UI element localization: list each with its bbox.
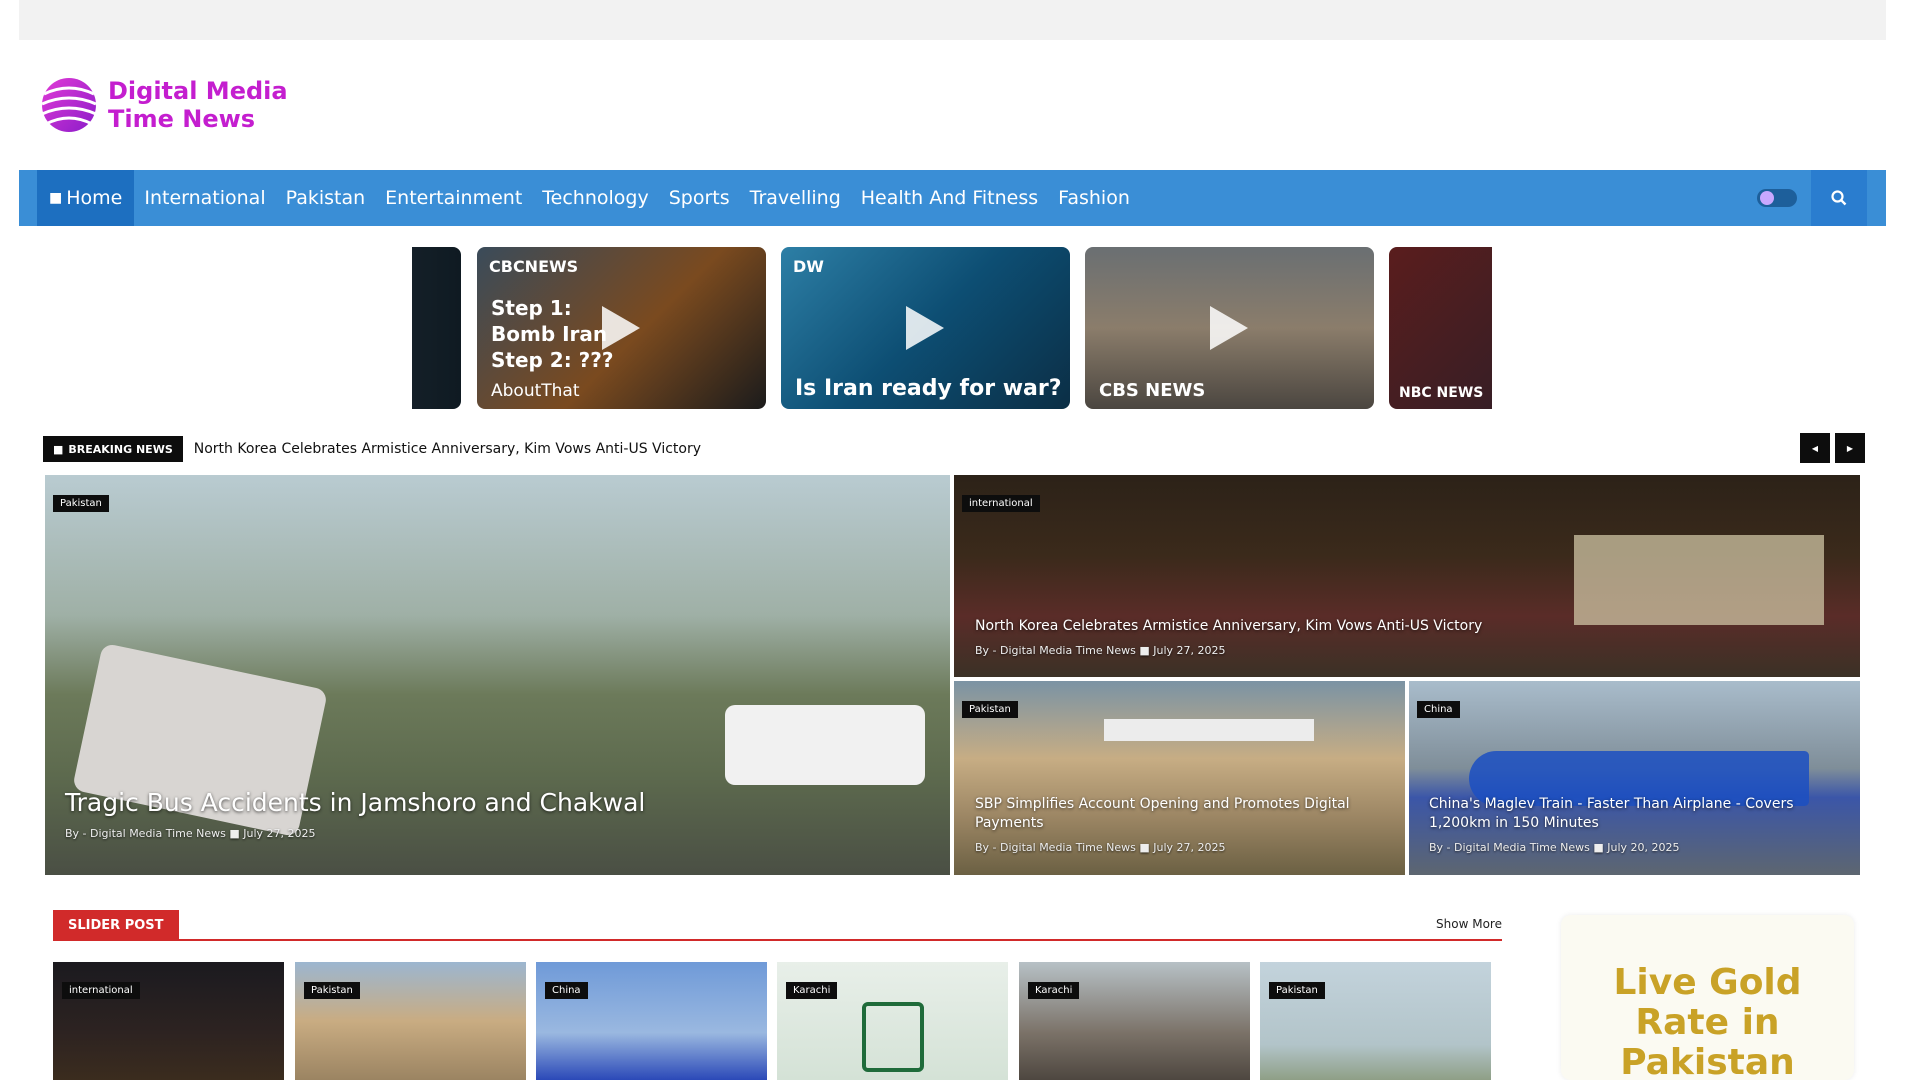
- video-brand: CBCNEWS: [489, 257, 579, 276]
- gold-rate-title: Live Gold Rate in Pakistan: [1613, 962, 1802, 1080]
- breaking-news-bar: ■ BREAKING NEWS North Korea Celebrates A…: [43, 436, 1866, 462]
- category-badge[interactable]: Karachi: [786, 982, 838, 999]
- slider-post[interactable]: China: [536, 962, 767, 1080]
- play-icon: [601, 306, 640, 350]
- video-footer: NBC NEWS: [1399, 385, 1484, 401]
- nav-item-fashion[interactable]: Fashion: [1048, 170, 1140, 226]
- chevron-left-icon: ◀: [1811, 443, 1819, 453]
- category-badge[interactable]: China: [545, 982, 588, 999]
- slider-post[interactable]: Karachi: [1019, 962, 1250, 1080]
- featured-post-top-right[interactable]: international North Korea Celebrates Arm…: [954, 475, 1860, 677]
- dark-mode-toggle[interactable]: [1757, 189, 1797, 207]
- globe-logo-icon: [41, 78, 97, 132]
- calendar-icon: ■: [229, 827, 240, 840]
- calendar-icon: ■: [1139, 644, 1150, 657]
- nav-item-pakistan[interactable]: Pakistan: [276, 170, 376, 226]
- video-carousel: CBCNEWS Step 1: Bomb Iran Step 2: ??? Ab…: [412, 247, 1492, 409]
- nav-item-technology[interactable]: Technology: [532, 170, 658, 226]
- nav-item-home[interactable]: ■ Home: [37, 170, 135, 226]
- search-icon: [1831, 190, 1847, 206]
- nav-item-international[interactable]: International: [134, 170, 275, 226]
- logo-line-2: Time News: [108, 105, 256, 133]
- featured-post-main[interactable]: Pakistan Tragic Bus Accidents in Jamshor…: [45, 475, 950, 875]
- video-caption: Is Iran ready for war?: [795, 376, 1062, 401]
- nav-item-health-and-fitness[interactable]: Health And Fitness: [851, 170, 1048, 226]
- post-meta: By - Digital Media Time News ■ July 27, …: [65, 827, 316, 840]
- video-footer: AboutThat: [491, 381, 580, 401]
- show-more-link[interactable]: Show More: [1436, 917, 1502, 931]
- slider-post[interactable]: Karachi: [777, 962, 1008, 1080]
- post-author: By - Digital Media Time News: [975, 644, 1136, 657]
- post-author: By - Digital Media Time News: [65, 827, 226, 840]
- nav-item-label: Home: [66, 187, 123, 209]
- category-badge[interactable]: Pakistan: [53, 495, 109, 512]
- ambulance-image-shape: [725, 705, 925, 785]
- post-meta: By - Digital Media Time News ■ July 20, …: [1429, 841, 1680, 854]
- category-badge[interactable]: international: [62, 982, 140, 999]
- chevron-right-icon: ▶: [1846, 443, 1854, 453]
- category-badge[interactable]: international: [962, 495, 1040, 512]
- toggle-knob: [1760, 191, 1774, 205]
- video-brand: DW: [793, 257, 824, 276]
- category-badge[interactable]: Pakistan: [1269, 982, 1325, 999]
- nav-item-entertainment[interactable]: Entertainment: [375, 170, 532, 226]
- calendar-icon: ■: [1593, 841, 1604, 854]
- play-icon: [905, 306, 944, 350]
- post-date: July 20, 2025: [1607, 841, 1680, 854]
- video-card[interactable]: CBCNEWS Step 1: Bomb Iran Step 2: ??? Ab…: [477, 247, 766, 409]
- top-bar: [19, 0, 1886, 40]
- seal-image-shape: [862, 1002, 924, 1072]
- slider-post[interactable]: international: [53, 962, 284, 1080]
- breaking-news-headline[interactable]: North Korea Celebrates Armistice Anniver…: [194, 441, 701, 457]
- post-title[interactable]: Tragic Bus Accidents in Jamshoro and Cha…: [65, 788, 645, 817]
- home-icon: ■: [49, 190, 63, 206]
- post-date: July 27, 2025: [1153, 841, 1226, 854]
- post-meta: By - Digital Media Time News ■ July 27, …: [975, 644, 1226, 657]
- section-title: SLIDER POST: [53, 910, 179, 941]
- post-title[interactable]: SBP Simplifies Account Opening and Promo…: [975, 795, 1375, 833]
- video-card[interactable]: NBC NEWS: [1389, 247, 1492, 409]
- post-author: By - Digital Media Time News: [1429, 841, 1590, 854]
- building-image-shape: [1574, 535, 1824, 625]
- logo-line-1: Digital Media: [108, 77, 288, 105]
- play-icon: [1209, 306, 1248, 350]
- video-footer: CBS NEWS: [1099, 380, 1206, 401]
- slider-section-header: SLIDER POST Show More: [53, 910, 1502, 941]
- post-meta: By - Digital Media Time News ■ July 27, …: [975, 841, 1226, 854]
- post-title[interactable]: China's Maglev Train - Faster Than Airpl…: [1429, 795, 1849, 833]
- slider-post[interactable]: Pakistan: [295, 962, 526, 1080]
- category-badge[interactable]: Pakistan: [304, 982, 360, 999]
- breaking-news-badge: ■ BREAKING NEWS: [43, 436, 183, 462]
- breaking-prev-button[interactable]: ◀: [1800, 433, 1830, 463]
- featured-post-bottom-left[interactable]: Pakistan SBP Simplifies Account Opening …: [954, 681, 1405, 875]
- search-button[interactable]: [1811, 170, 1867, 226]
- post-date: July 27, 2025: [243, 827, 316, 840]
- slider-post[interactable]: Pakistan: [1260, 962, 1491, 1080]
- breaking-next-button[interactable]: ▶: [1835, 433, 1865, 463]
- calendar-icon: ■: [1139, 841, 1150, 854]
- nav-item-sports[interactable]: Sports: [659, 170, 740, 226]
- nav-item-travelling[interactable]: Travelling: [740, 170, 851, 226]
- category-badge[interactable]: China: [1417, 701, 1460, 718]
- category-badge[interactable]: Pakistan: [962, 701, 1018, 718]
- gold-rate-widget: Live Gold Rate in Pakistan: [1561, 915, 1854, 1080]
- flash-icon: ■: [53, 442, 64, 456]
- video-card[interactable]: [412, 247, 461, 409]
- post-title[interactable]: North Korea Celebrates Armistice Anniver…: [975, 618, 1482, 634]
- post-date: July 27, 2025: [1153, 644, 1226, 657]
- site-logo[interactable]: Digital Media Time News: [38, 74, 288, 136]
- video-card[interactable]: CBS NEWS: [1085, 247, 1374, 409]
- post-author: By - Digital Media Time News: [975, 841, 1136, 854]
- logo-text: Digital Media Time News: [108, 77, 288, 133]
- main-nav: ■ Home International Pakistan Entertainm…: [19, 170, 1886, 226]
- featured-post-bottom-right[interactable]: China China's Maglev Train - Faster Than…: [1409, 681, 1860, 875]
- video-card[interactable]: DW Is Iran ready for war?: [781, 247, 1070, 409]
- page: Digital Media Time News ■ Home Internati…: [0, 0, 1920, 1080]
- category-badge[interactable]: Karachi: [1028, 982, 1080, 999]
- sign-image-shape: [1104, 719, 1314, 741]
